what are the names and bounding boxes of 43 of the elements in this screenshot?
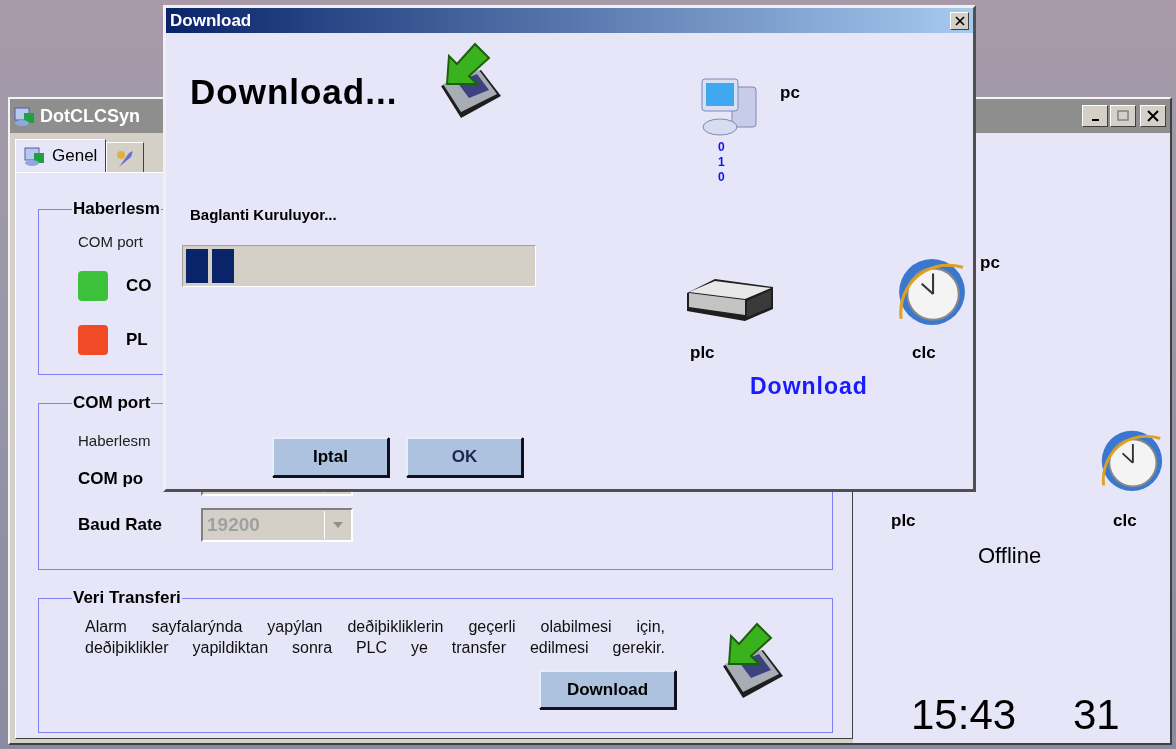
- download-button[interactable]: Download: [539, 670, 676, 709]
- close-icon: [1147, 110, 1159, 122]
- dialog-heading: Download...: [190, 72, 398, 112]
- node-label: pc: [980, 253, 1000, 273]
- close-icon: [954, 15, 965, 26]
- bit-digit: 0: [718, 140, 725, 155]
- group-title: Haberlesm: [72, 199, 161, 219]
- transfer-status: Download: [750, 373, 868, 400]
- label-text: Haberlesm: [78, 432, 152, 450]
- status-label: CO: [126, 276, 152, 296]
- field-label: COM po: [78, 469, 145, 489]
- network-icon: [24, 145, 46, 167]
- tab[interactable]: [106, 142, 145, 172]
- clock-time: 15:43: [911, 691, 1017, 739]
- dialog-title: Download: [170, 10, 252, 31]
- label-text: COM port: [78, 233, 144, 251]
- maximize-button[interactable]: [1110, 105, 1136, 127]
- minimize-button[interactable]: [1082, 105, 1108, 127]
- clock-seconds: 31: [1073, 691, 1120, 739]
- bit-digit: 1: [718, 155, 725, 170]
- minimize-icon: [1091, 119, 1099, 121]
- tab[interactable]: Genel: [15, 139, 107, 172]
- status-label: PL: [126, 330, 148, 350]
- node-label: plc: [891, 511, 916, 531]
- connection-status: Offline: [978, 543, 1042, 569]
- cancel-button[interactable]: Iptal: [272, 437, 389, 477]
- close-button[interactable]: [950, 11, 969, 30]
- status-message: Baglanti Kuruluyor...: [190, 206, 338, 223]
- computer-icon: [700, 75, 760, 137]
- node-label: plc: [690, 343, 715, 363]
- ok-button[interactable]: OK: [406, 437, 523, 477]
- field-label: Baud Rate: [78, 515, 164, 535]
- node-label: pc: [780, 83, 800, 103]
- group-title: Veri Transferi: [72, 588, 182, 608]
- info-text: Alarm sayfalarýnda yapýlan deðiþikliklerin geçerli olabilmesi için, deðiþiklikler yapildiktan sonra PLC ye transfer edilmesi gerekir.: [85, 617, 665, 658]
- close-button[interactable]: [1140, 105, 1166, 127]
- window-title: DotCLCSyn: [40, 105, 140, 127]
- group-title: COM port: [72, 393, 152, 413]
- maximize-icon: [1117, 110, 1129, 122]
- app-icon: [14, 105, 36, 127]
- node-label: clc: [1113, 511, 1137, 531]
- bit-digit: 0: [718, 170, 725, 185]
- node-label: clc: [912, 343, 936, 363]
